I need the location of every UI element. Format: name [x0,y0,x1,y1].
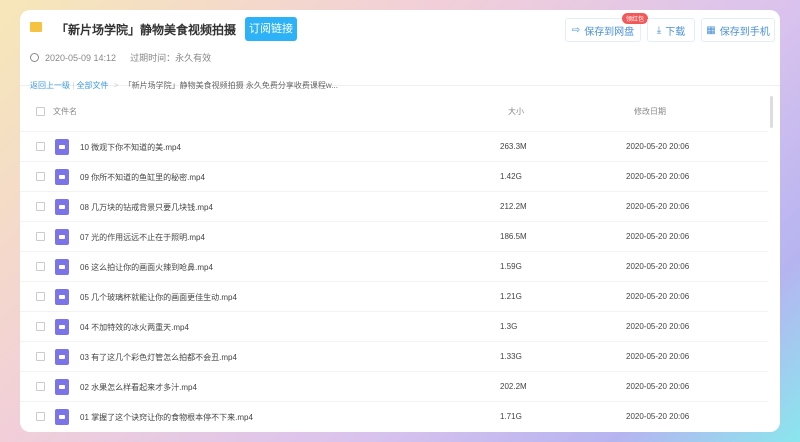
file-size: 1.42G [500,172,522,181]
select-all-checkbox[interactable] [36,107,45,116]
col-date[interactable]: 修改日期 [634,106,666,117]
back-link[interactable]: 返回上一级 [30,81,70,90]
file-name[interactable]: 01 掌握了这个诀窍让你的食物根本停不下来.mp4 [80,412,253,423]
file-size: 263.3M [500,142,527,151]
video-file-icon [55,229,69,245]
all-files-link[interactable]: 全部文件 [77,81,109,90]
file-size: 1.33G [500,352,522,361]
file-name[interactable]: 07 光的作用远远不止在于照明.mp4 [80,232,205,243]
video-file-icon [55,349,69,365]
file-size: 1.21G [500,292,522,301]
qr-icon: ▦ [706,24,716,36]
file-size: 1.71G [500,412,522,421]
current-folder: 「新片场学院」静物美食视频拍摄 永久免费分享收费课程w... [123,81,338,90]
col-size[interactable]: 大小 [508,106,524,117]
video-file-icon [55,259,69,275]
file-row[interactable]: 08 几万块的钻戒背景只要几块钱.mp4 212.2M 2020-05-20 2… [20,191,768,221]
download-button[interactable]: ⤓ 下载 [647,18,695,42]
col-name[interactable]: 文件名 [53,106,77,117]
file-checkbox[interactable] [36,352,45,361]
breadcrumb: 返回上一级 | 全部文件 > 「新片场学院」静物美食视频拍摄 永久免费分享收费课… [30,80,338,91]
video-file-icon [55,409,69,425]
file-name[interactable]: 04 不加特效的冰火两重天.mp4 [80,322,189,333]
share-meta: 2020-05-09 14:12 过期时间：永久有效 [30,51,211,64]
file-name[interactable]: 09 你所不知道的鱼缸里的秘密.mp4 [80,172,205,183]
download-icon: ⤓ [656,24,662,36]
file-name[interactable]: 02 水果怎么样看起来才多汁.mp4 [80,382,197,393]
header: 「新片场学院」静物美食视频拍摄 ... 订阅链接 2020-05-09 14:1… [20,10,780,86]
file-name[interactable]: 05 几个玻璃杯就能让你的画面更佳生动.mp4 [80,292,237,303]
save-disk-label: 保存到网盘 [584,26,635,38]
folder-icon [30,22,42,32]
file-date: 2020-05-20 20:06 [626,322,690,331]
file-date: 2020-05-20 20:06 [626,172,690,181]
download-label: 下载 [665,26,686,38]
file-row[interactable]: 09 你所不知道的鱼缸里的秘密.mp4 1.42G 2020-05-20 20:… [20,161,768,191]
save-phone-label: 保存到手机 [719,26,770,38]
file-checkbox[interactable] [36,262,45,271]
video-file-icon [55,169,69,185]
video-file-icon [55,319,69,335]
file-checkbox[interactable] [36,202,45,211]
title-ellipsis[interactable]: ... [200,22,209,34]
file-name[interactable]: 10 微观下你不知道的美.mp4 [80,142,181,153]
save-icon: ⇨ [571,24,581,36]
file-checkbox[interactable] [36,232,45,241]
file-date: 2020-05-20 20:06 [626,382,690,391]
file-row[interactable]: 07 光的作用远远不止在于照明.mp4 186.5M 2020-05-20 20… [20,221,768,251]
video-file-icon [55,199,69,215]
file-checkbox[interactable] [36,142,45,151]
crumb-sep: | [72,81,75,90]
file-row[interactable]: 03 有了这几个彩色灯管怎么拍都不会丑.mp4 1.33G 2020-05-20… [20,341,768,371]
file-checkbox[interactable] [36,382,45,391]
file-row[interactable]: 10 微观下你不知道的美.mp4 263.3M 2020-05-20 20:06 [20,131,768,161]
red-packet-badge[interactable]: 领红包 [622,13,649,24]
file-date: 2020-05-20 20:06 [626,142,690,151]
file-row[interactable]: 04 不加特效的冰火两重天.mp4 1.3G 2020-05-20 20:06 [20,311,768,341]
file-row[interactable]: 05 几个玻璃杯就能让你的画面更佳生动.mp4 1.21G 2020-05-20… [20,281,768,311]
file-date: 2020-05-20 20:06 [626,262,690,271]
file-size: 202.2M [500,382,527,391]
file-row[interactable]: 01 掌握了这个诀窍让你的食物根本停不下来.mp4 1.71G 2020-05-… [20,401,768,431]
crumb-arrow: > [113,81,119,90]
file-name[interactable]: 06 这么拍让你的画面火辣到呛鼻.mp4 [80,262,213,273]
share-date: 2020-05-09 14:12 [45,52,117,63]
expire-time: 过期时间：永久有效 [130,53,212,63]
file-date: 2020-05-20 20:06 [626,412,690,421]
file-name[interactable]: 08 几万块的钻戒背景只要几块钱.mp4 [80,202,213,213]
file-date: 2020-05-20 20:06 [626,352,690,361]
file-checkbox[interactable] [36,292,45,301]
file-size: 1.3G [500,322,518,331]
file-row[interactable]: 02 水果怎么样看起来才多汁.mp4 202.2M 2020-05-20 20:… [20,371,768,401]
video-file-icon [55,289,69,305]
scrollbar[interactable] [770,96,773,128]
file-date: 2020-05-20 20:06 [626,232,690,241]
video-file-icon [55,139,69,155]
file-row[interactable]: 06 这么拍让你的画面火辣到呛鼻.mp4 1.59G 2020-05-20 20… [20,251,768,281]
clock-icon [30,53,39,62]
save-to-phone-button[interactable]: ▦ 保存到手机 [701,18,775,42]
file-checkbox[interactable] [36,172,45,181]
file-checkbox[interactable] [36,412,45,421]
file-size: 1.59G [500,262,522,271]
file-size: 212.2M [500,202,527,211]
video-file-icon [55,379,69,395]
subscribe-button[interactable]: 订阅链接 [245,17,297,41]
file-date: 2020-05-20 20:06 [626,202,690,211]
file-name[interactable]: 03 有了这几个彩色灯管怎么拍都不会丑.mp4 [80,352,237,363]
file-checkbox[interactable] [36,322,45,331]
file-size: 186.5M [500,232,527,241]
share-card: 「新片场学院」静物美食视频拍摄 ... 订阅链接 2020-05-09 14:1… [20,10,780,432]
file-date: 2020-05-20 20:06 [626,292,690,301]
